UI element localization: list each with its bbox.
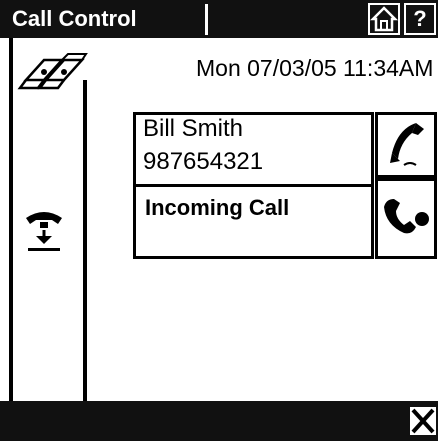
address-book-icon [17,53,88,90]
caller-number: 987654321 [143,148,264,175]
answer-call-icon [390,123,424,166]
address-book-button[interactable] [16,50,92,96]
decline-call-icon [384,199,429,234]
window-title: Call Control [12,6,137,31]
caller-name: Bill Smith [143,115,244,142]
home-icon [369,6,399,32]
title-separator [205,4,208,35]
call-panel-divider [133,184,374,187]
datetime-display: Mon 07/03/05 11:34AM [196,55,434,81]
call-status: Incoming Call [145,195,290,220]
help-button[interactable]: ? [404,3,436,35]
close-button[interactable] [410,407,436,435]
close-icon [411,408,435,434]
decline-call-button[interactable] [375,178,437,259]
left-rail [9,38,13,401]
phone-status-icon [22,208,66,256]
home-button[interactable] [368,3,400,35]
bottom-bar [0,401,438,441]
left-rail-inner [83,80,87,401]
answer-call-button[interactable] [375,112,437,178]
